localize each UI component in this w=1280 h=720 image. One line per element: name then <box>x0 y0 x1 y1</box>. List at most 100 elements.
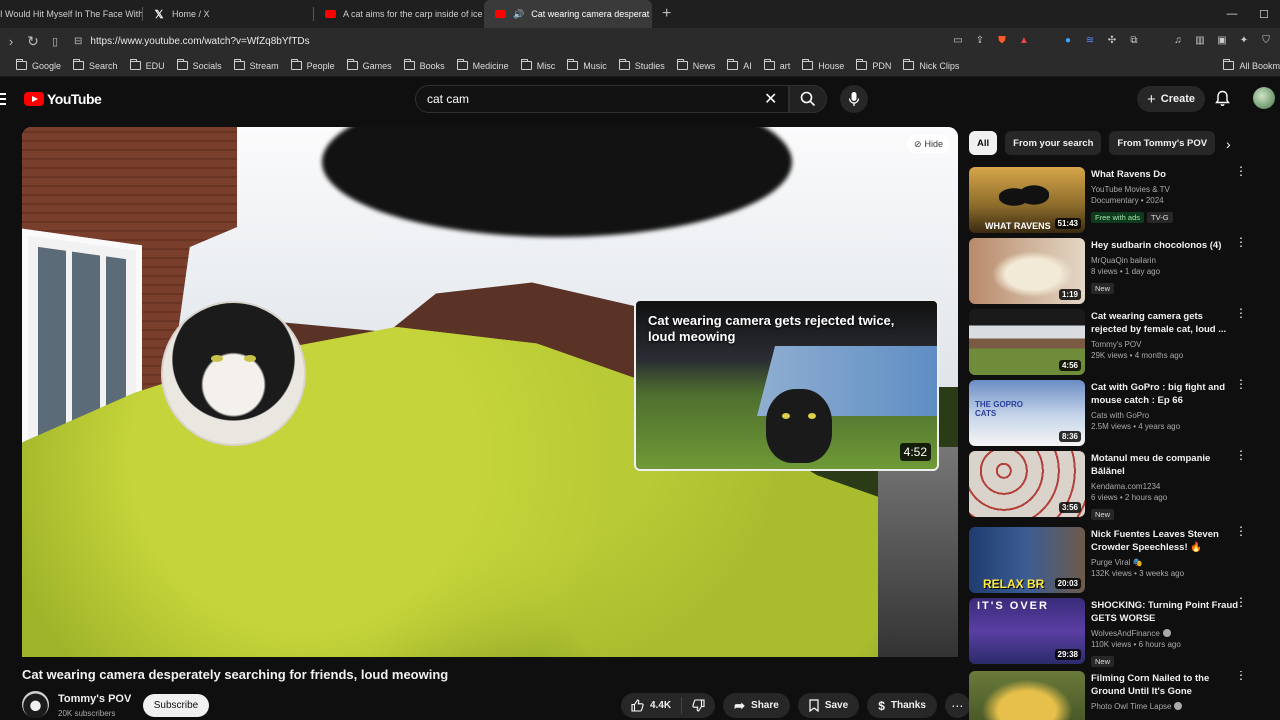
bookmark-stream[interactable]: Stream <box>233 59 279 71</box>
site-info-icon[interactable]: ⊟ <box>74 36 82 47</box>
save-button[interactable]: Save <box>797 693 860 718</box>
bookmark-games[interactable]: Games <box>346 59 392 71</box>
video-player[interactable]: ⊘ Hide Cat wearing camera gets rejected … <box>22 127 958 657</box>
more-options-icon[interactable]: ⋮ <box>1235 236 1247 248</box>
recommendation-title[interactable]: Filming Corn Nailed to the Ground Until … <box>1091 672 1239 698</box>
bookmark-books[interactable]: Books <box>403 59 445 71</box>
media-icon[interactable]: ♫ <box>1170 32 1186 48</box>
new-tab-icon[interactable]: + <box>652 5 681 23</box>
recommendation-title[interactable]: Cat with GoPro : big fight and mouse cat… <box>1091 381 1239 407</box>
hide-endscreen-button[interactable]: ⊘ Hide <box>906 135 950 153</box>
bookmark-ai[interactable]: AI <box>727 59 752 71</box>
bookmark-google[interactable]: Google <box>16 59 61 71</box>
more-actions-button[interactable]: ⋯ <box>944 693 970 718</box>
video-thumbnail[interactable]: WHAT RAVENS 51:43 <box>969 167 1085 233</box>
leo-ai-icon[interactable]: ✦ <box>1236 32 1252 48</box>
recommendation-item[interactable]: Filming Corn Nailed to the Ground Until … <box>969 671 1269 720</box>
recommendation-item[interactable]: WHAT RAVENS 51:43 What Ravens Do YouTube… <box>969 165 1269 233</box>
share-button[interactable]: ➦ Share <box>723 693 790 718</box>
more-options-icon[interactable]: ⋮ <box>1235 378 1247 390</box>
chip-from-channel[interactable]: From Tommy's POV <box>1109 131 1216 155</box>
browser-tab-active[interactable]: 🔊 Cat wearing camera desperat ✕ <box>484 0 652 28</box>
more-options-icon[interactable]: ⋮ <box>1235 596 1247 608</box>
channel-name[interactable]: Tommy's POV <box>58 693 131 705</box>
extension-blue-icon[interactable]: ● <box>1060 32 1076 48</box>
reload-icon[interactable]: ↻ <box>22 33 44 50</box>
subscribe-button[interactable]: Subscribe <box>143 694 209 717</box>
recommendation-channel[interactable]: Kendama.com1234 <box>1091 481 1239 492</box>
endscreen-video-card[interactable]: Cat wearing camera gets rejected twice, … <box>634 299 939 471</box>
puzzle-icon[interactable]: ✣ <box>1104 32 1120 48</box>
vpn-icon[interactable]: ⛉ <box>1258 32 1274 48</box>
video-thumbnail[interactable] <box>969 671 1085 720</box>
video-thumbnail[interactable]: RELAX BR 20:03 <box>969 527 1085 593</box>
minimize-icon[interactable]: — <box>1216 8 1248 20</box>
youtube-logo[interactable]: YouTube <box>24 91 102 107</box>
url-text[interactable]: https://www.youtube.com/watch?v=WfZq8bYf… <box>90 36 309 47</box>
video-thumbnail[interactable]: IT'S OVER 29:38 <box>969 598 1085 664</box>
recommendation-title[interactable]: Motanul meu de companie Bălănel <box>1091 452 1239 478</box>
brave-shield-icon[interactable]: ⛊ <box>994 32 1010 48</box>
more-options-icon[interactable]: ⋮ <box>1235 165 1247 177</box>
forward-icon[interactable]: › <box>0 34 22 49</box>
bookmark-music[interactable]: Music <box>567 59 607 71</box>
search-input[interactable]: cat cam <box>415 85 789 113</box>
rewards-icon[interactable]: ▲ <box>1016 32 1032 48</box>
chip-from-your-search[interactable]: From your search <box>1005 131 1102 155</box>
bookmark-misc[interactable]: Misc <box>520 59 555 71</box>
user-avatar[interactable] <box>1253 87 1275 109</box>
recommendation-item[interactable]: RELAX BR 20:03 Nick Fuentes Leaves Steve… <box>969 525 1269 593</box>
recommendation-item[interactable]: THE GOPRO CATS 8:36 Cat with GoPro : big… <box>969 378 1269 446</box>
search-button[interactable] <box>789 85 827 113</box>
channel-avatar[interactable] <box>22 691 49 718</box>
bookmark-people[interactable]: People <box>290 59 335 71</box>
recommendation-title[interactable]: What Ravens Do <box>1091 168 1239 181</box>
recommendation-channel[interactable]: WolvesAndFinance <box>1091 628 1239 639</box>
recommendation-title[interactable]: Cat wearing camera gets rejected by fema… <box>1091 310 1239 336</box>
browser-tab-2[interactable]: 𝕏 Home / X <box>143 0 313 28</box>
bookmark-pdn[interactable]: PDN <box>856 59 891 71</box>
recommendation-item[interactable]: 3:56 Motanul meu de companie Bălănel Ken… <box>969 449 1269 520</box>
dislike-button[interactable] <box>682 699 715 712</box>
recommendation-channel[interactable]: YouTube Movies & TV <box>1091 184 1239 195</box>
recommendation-channel[interactable]: MrQuaQin bailarin <box>1091 255 1239 266</box>
recommendation-item[interactable]: IT'S OVER 29:38 SHOCKING: Turning Point … <box>969 596 1269 667</box>
video-thumbnail[interactable]: 3:56 <box>969 451 1085 517</box>
bookmark-all-bookmarks[interactable]: All Bookm <box>1223 59 1280 71</box>
recommendation-channel[interactable]: Tommy's POV <box>1091 339 1239 350</box>
notifications-button[interactable] <box>1215 90 1230 112</box>
chip-all[interactable]: All <box>969 131 998 155</box>
wallet-icon[interactable]: ▣ <box>1214 32 1230 48</box>
clear-search-icon[interactable]: ✕ <box>764 89 777 109</box>
cast-icon[interactable]: ▭ <box>950 32 966 48</box>
extension-wave-icon[interactable]: ≋ <box>1082 32 1098 48</box>
recommendation-title[interactable]: Nick Fuentes Leaves Steven Crowder Speec… <box>1091 528 1239 554</box>
chevron-right-icon[interactable]: › <box>1226 136 1231 152</box>
more-options-icon[interactable]: ⋮ <box>1235 525 1247 537</box>
bookmark-icon[interactable]: ▯ <box>44 35 66 48</box>
bookmark-news[interactable]: News <box>676 59 715 71</box>
sidebar-icon[interactable]: ▥ <box>1192 32 1208 48</box>
like-button[interactable]: 4.4K <box>621 697 683 714</box>
more-options-icon[interactable]: ⋮ <box>1235 449 1247 461</box>
menu-icon[interactable] <box>0 93 6 108</box>
screenshot-icon[interactable]: ⧉ <box>1126 32 1142 48</box>
browser-tab-1[interactable]: I Would Hit Myself In The Face With <box>0 0 142 28</box>
share-page-icon[interactable]: ⇪ <box>972 32 988 48</box>
create-button[interactable]: + Create <box>1137 86 1206 112</box>
bookmark-studies[interactable]: Studies <box>618 59 665 71</box>
video-thumbnail[interactable]: 4:56 <box>969 309 1085 375</box>
bookmark-socials[interactable]: Socials <box>176 59 222 71</box>
recommendation-channel[interactable]: Purge Viral 🎭 <box>1091 557 1239 568</box>
bookmark-edu[interactable]: EDU <box>129 59 165 71</box>
bookmark-medicine[interactable]: Medicine <box>456 59 509 71</box>
recommendation-title[interactable]: Hey sudbarin chocolonos (4) <box>1091 239 1239 252</box>
bookmark-nick-clips[interactable]: Nick Clips <box>903 59 959 71</box>
recommendation-item[interactable]: 1:19 Hey sudbarin chocolonos (4) MrQuaQi… <box>969 236 1269 304</box>
maximize-icon[interactable]: ☐ <box>1248 8 1280 21</box>
recommendation-channel[interactable]: Photo Owl Time Lapse <box>1091 701 1239 712</box>
video-thumbnail[interactable]: 1:19 <box>969 238 1085 304</box>
browser-tab-3[interactable]: A cat aims for the carp inside of ice - <box>314 0 484 28</box>
thanks-button[interactable]: $ Thanks <box>867 693 937 718</box>
bookmark-art[interactable]: art <box>763 59 790 71</box>
